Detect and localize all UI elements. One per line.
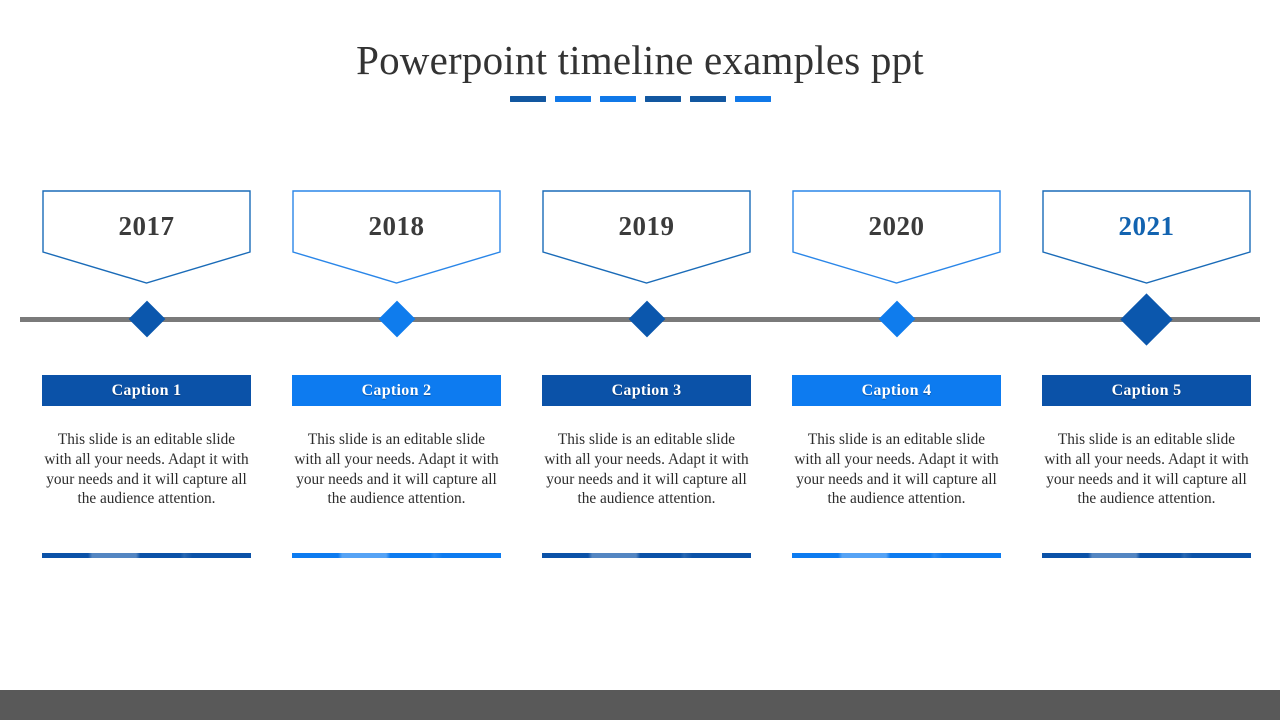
title-dash-6 — [734, 96, 771, 102]
caption-bar-4[interactable]: Caption 4 — [792, 375, 1001, 406]
year-badge-2021[interactable]: 2021 — [1042, 190, 1251, 285]
title-dash-decoration — [0, 96, 1280, 102]
underline-bar-3 — [542, 553, 751, 558]
page-title: Powerpoint timeline examples ppt — [356, 37, 924, 83]
milestone-description-5: This slide is an editable slide with all… — [1044, 431, 1249, 508]
title-block: Powerpoint timeline examples ppt — [0, 34, 1280, 86]
title-dash-3 — [599, 96, 636, 102]
milestone-description-3: This slide is an editable slide with all… — [544, 431, 749, 508]
caption-bar-1[interactable]: Caption 1 — [42, 375, 251, 406]
title-dash-2 — [554, 96, 591, 102]
caption-label: Caption 4 — [861, 381, 932, 399]
year-label: 2019 — [618, 211, 675, 241]
caption-label: Caption 1 — [111, 381, 182, 399]
caption-bar-2[interactable]: Caption 2 — [292, 375, 501, 406]
milestone-description-2: This slide is an editable slide with all… — [294, 431, 499, 508]
caption-bar-5[interactable]: Caption 5 — [1042, 375, 1251, 406]
underline-bar-4 — [792, 553, 1001, 558]
caption-label: Caption 5 — [1111, 381, 1182, 399]
milestone-columns: 2017 Caption 1 This slide is an editable s… — [21, 190, 1259, 570]
year-badge-2020[interactable]: 2020 — [792, 190, 1001, 285]
year-label: 2017 — [118, 211, 175, 241]
milestone-description-4: This slide is an editable slide with all… — [794, 431, 999, 508]
milestone-column-5: 2021 Caption 5 This slide is an editable s… — [1042, 190, 1251, 558]
milestone-column-3: 2019 Caption 3 This slide is an editable s… — [542, 190, 751, 558]
footer-bar — [0, 690, 1280, 720]
milestone-column-1: 2017 Caption 1 This slide is an editable s… — [42, 190, 251, 558]
year-label: 2018 — [368, 211, 425, 241]
year-badge-2019[interactable]: 2019 — [542, 190, 751, 285]
year-badge-2017[interactable]: 2017 — [42, 190, 251, 285]
year-label: 2021 — [1118, 211, 1175, 241]
caption-label: Caption 3 — [611, 381, 682, 399]
underline-bar-1 — [42, 553, 251, 558]
milestone-column-2: 2018 Caption 2 This slide is an editable s… — [292, 190, 501, 558]
title-dash-1 — [509, 96, 546, 102]
title-dash-5 — [689, 96, 726, 102]
underline-bar-2 — [292, 553, 501, 558]
milestone-column-4: 2020 Caption 4 This slide is an editable s… — [792, 190, 1001, 558]
milestone-description-1: This slide is an editable slide with all… — [44, 431, 249, 508]
caption-label: Caption 2 — [361, 381, 432, 399]
caption-bar-3[interactable]: Caption 3 — [542, 375, 751, 406]
slide-canvas: Powerpoint timeline examples ppt 2017 Cap… — [0, 0, 1280, 720]
underline-bar-5 — [1042, 553, 1251, 558]
year-label: 2020 — [868, 211, 925, 241]
title-dash-4 — [644, 96, 681, 102]
year-badge-2018[interactable]: 2018 — [292, 190, 501, 285]
